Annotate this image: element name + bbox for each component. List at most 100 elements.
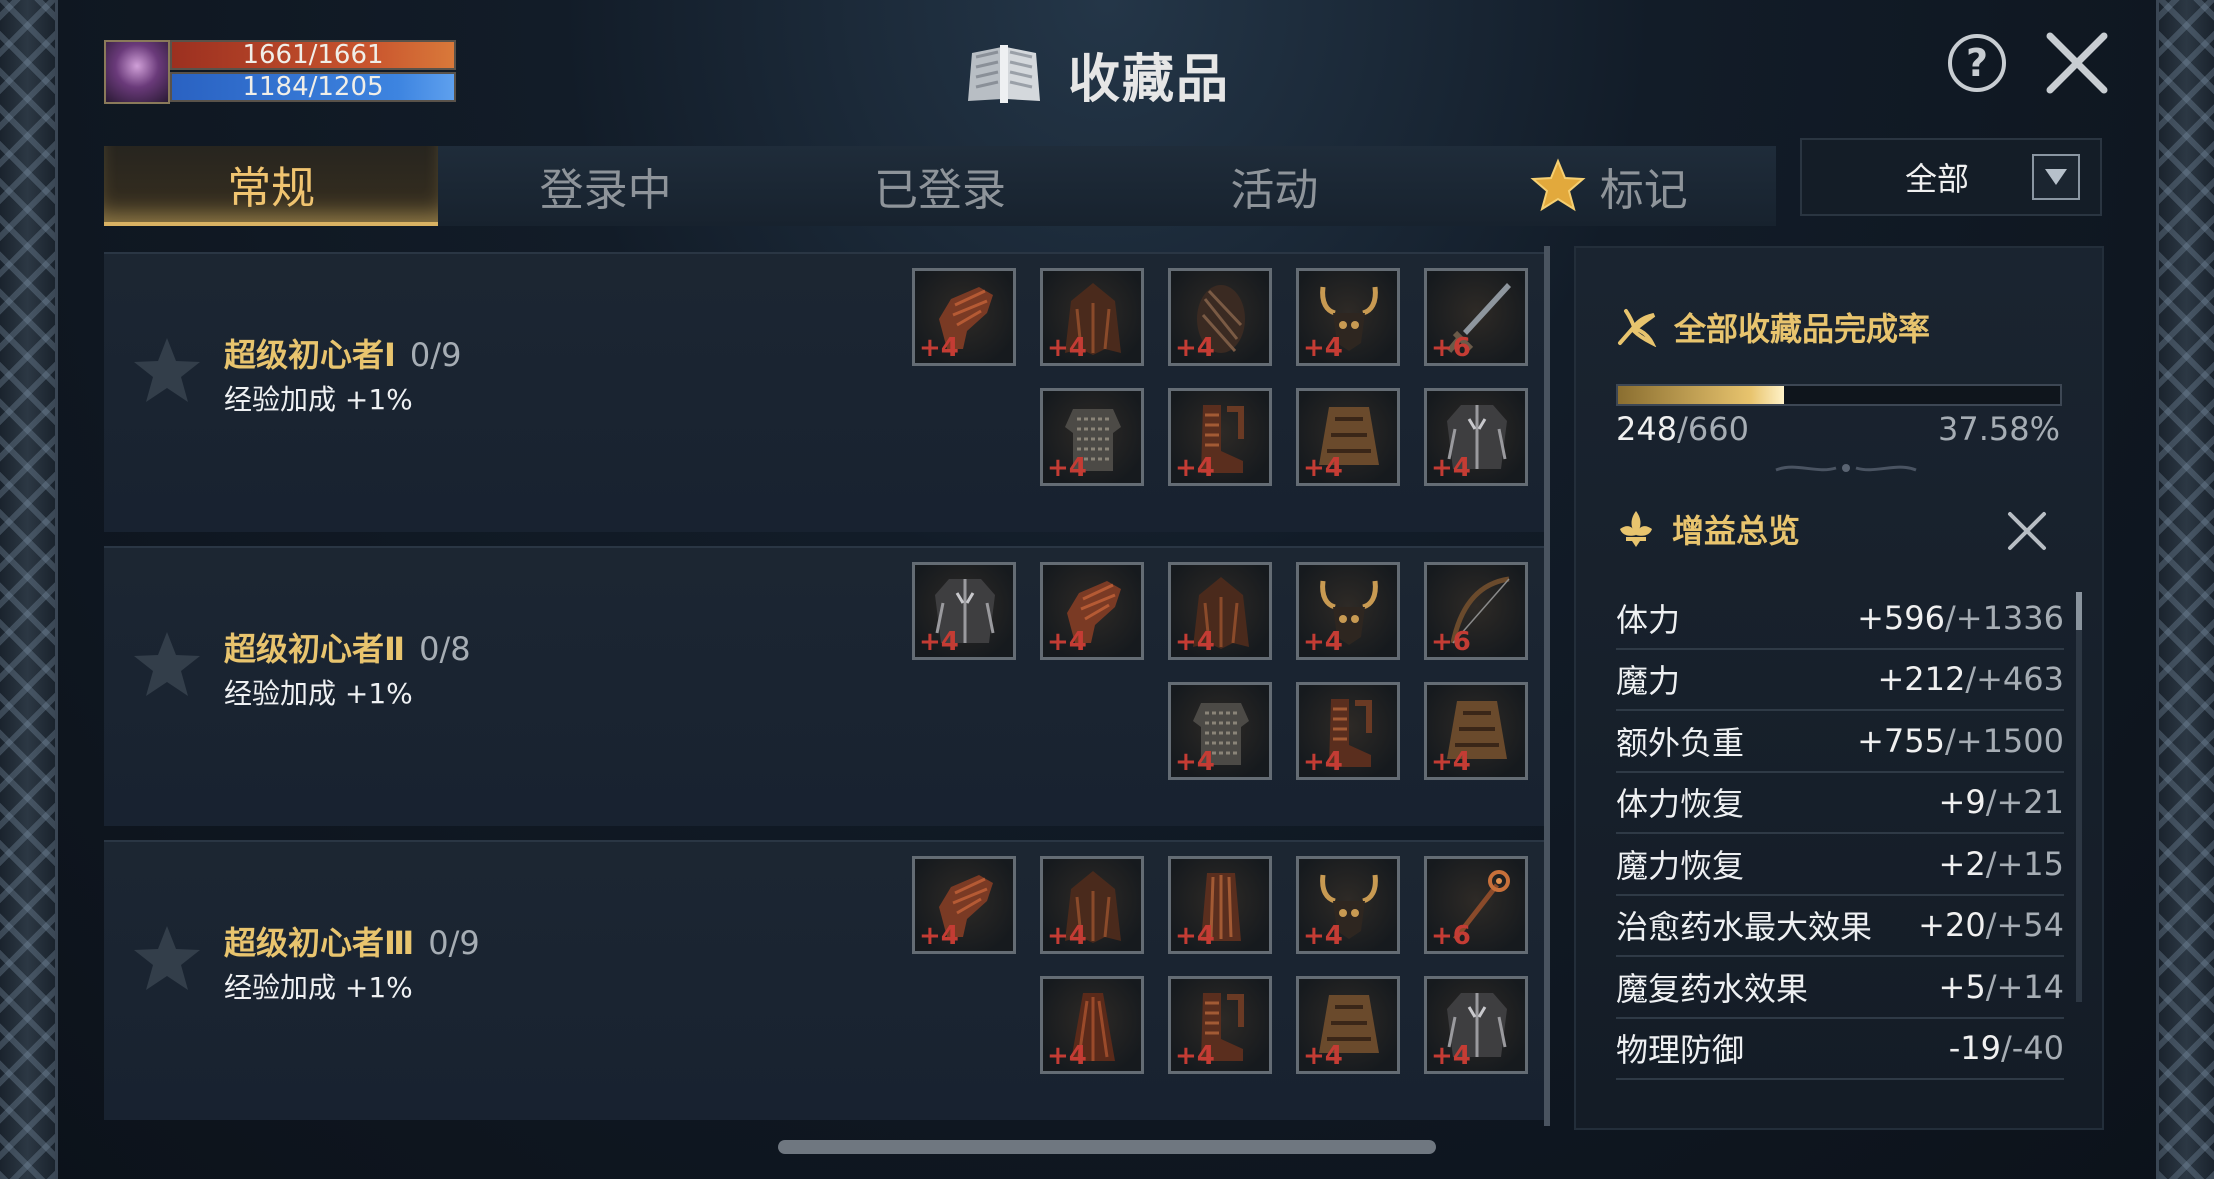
enhance-level: +4	[1303, 921, 1343, 951]
enhance-level: +6	[1431, 333, 1471, 363]
stat-name: 额外负重	[1616, 723, 1745, 762]
tab-event[interactable]: 活动	[1107, 146, 1441, 226]
stat-row: 体力恢复 +9/+21	[1616, 773, 2064, 834]
tab-label: 已登录	[873, 165, 1006, 216]
stat-row: 治愈药水最大效果 +20/+54	[1616, 896, 2064, 957]
item-slot[interactable]: +4	[1296, 268, 1400, 366]
set-name: 超级初心者Ⅱ 0/8	[224, 630, 471, 668]
enhance-level: +4	[919, 921, 959, 951]
item-slot[interactable]: +4	[1168, 682, 1272, 780]
item-slot[interactable]: +4	[1296, 976, 1400, 1074]
item-slot[interactable]: +4	[912, 856, 1016, 954]
horizontal-scrollbar[interactable]	[778, 1140, 1436, 1154]
item-slot[interactable]: +4	[1424, 388, 1528, 486]
item-slot[interactable]: +4	[1168, 268, 1272, 366]
tab-label: 常规	[227, 163, 316, 214]
mp-bar: 1184/1205	[170, 72, 456, 102]
item-slot[interactable]: +4	[1424, 682, 1528, 780]
enhance-level: +4	[1175, 747, 1215, 777]
enhance-level: +4	[1303, 627, 1343, 657]
completion-progress-fill	[1618, 386, 1785, 404]
hp-bar: 1661/1661	[170, 40, 456, 70]
item-slot[interactable]: +6	[1424, 562, 1528, 660]
tab-registering[interactable]: 登录中	[438, 146, 772, 226]
tab-label: 登录中	[539, 165, 672, 216]
help-button[interactable]: ?	[1948, 34, 2006, 92]
tab-label: 活动	[1230, 165, 1319, 216]
ornament-divider	[1775, 464, 1917, 472]
enhance-level: +4	[1431, 453, 1471, 483]
item-slot[interactable]: +4	[1040, 856, 1144, 954]
close-button[interactable]	[2044, 30, 2110, 96]
item-slot[interactable]: +4	[1296, 388, 1400, 486]
completion-count: 248/660	[1616, 410, 1749, 448]
favorite-star-icon[interactable]	[130, 334, 204, 408]
stat-value: +5/+14	[1938, 967, 2064, 1006]
stat-row: 魔力 +212/+463	[1616, 650, 2064, 711]
tab-marked[interactable]: 标记	[1442, 146, 1776, 226]
item-slot[interactable]: +4	[912, 268, 1016, 366]
dropdown-button[interactable]	[2032, 154, 2080, 200]
item-slot[interactable]: +4	[1296, 682, 1400, 780]
item-slot[interactable]: +4	[1040, 976, 1144, 1074]
stat-name: 体力恢复	[1616, 785, 1745, 824]
list-scrollbar[interactable]	[1544, 246, 1550, 1126]
item-slot[interactable]: +4	[912, 562, 1016, 660]
set-progress: 0/9	[409, 336, 462, 374]
item-slot[interactable]: +4	[1040, 562, 1144, 660]
stat-row: 物理防御 -19/-40	[1616, 1019, 2064, 1080]
buff-title: 增益总览	[1672, 512, 1801, 550]
item-slot[interactable]: +4	[1296, 562, 1400, 660]
star-icon	[1530, 158, 1586, 212]
stat-name: 魔力恢复	[1616, 846, 1745, 885]
enhance-level: +6	[1431, 921, 1471, 951]
right-ornament-border	[2156, 0, 2214, 1179]
close-icon[interactable]	[2006, 510, 2048, 552]
completion-title: 全部收藏品完成率	[1674, 310, 1931, 348]
stat-scroll-thumb[interactable]	[2076, 592, 2082, 630]
item-slot[interactable]: +6	[1424, 268, 1528, 366]
player-avatar[interactable]	[104, 40, 170, 104]
set-bonus: 经验加成 +1%	[224, 383, 413, 416]
buff-heading: 增益总览	[1616, 506, 1800, 552]
enhance-level: +6	[1431, 627, 1471, 657]
item-slot[interactable]: +6	[1424, 856, 1528, 954]
enhance-level: +4	[1047, 627, 1087, 657]
stat-name: 物理防御	[1616, 1031, 1745, 1070]
item-slot[interactable]: +4	[1040, 388, 1144, 486]
item-slot[interactable]: +4	[1168, 562, 1272, 660]
favorite-star-icon[interactable]	[130, 628, 204, 702]
enhance-level: +4	[1047, 921, 1087, 951]
stat-row: 体力 +596/+1336	[1616, 588, 2064, 650]
set-bonus: 经验加成 +1%	[224, 971, 413, 1004]
set-bonus: 经验加成 +1%	[224, 677, 413, 710]
chevron-down-icon	[2045, 169, 2067, 185]
stat-value: +212/+463	[1877, 660, 2064, 699]
tab-general[interactable]: 常规	[104, 146, 439, 226]
enhance-level: +4	[1303, 453, 1343, 483]
stat-name: 魔力	[1616, 662, 1681, 701]
page-header: 收藏品	[962, 36, 1230, 112]
stat-value: +755/+1500	[1857, 721, 2064, 760]
item-slot[interactable]: +4	[1040, 268, 1144, 366]
favorite-star-icon[interactable]	[130, 922, 204, 996]
items-grid: +4 +4 +4 +4 +6 +4 +4 +4 +4	[912, 856, 1532, 1096]
enhance-level: +4	[1175, 921, 1215, 951]
items-grid: +4 +4 +4 +4 +6 +4 +4 +4	[912, 562, 1532, 802]
stat-name: 体力	[1616, 600, 1681, 639]
stat-value: +20/+54	[1918, 906, 2064, 945]
item-slot[interactable]: +4	[1168, 976, 1272, 1074]
enhance-level: +4	[1303, 333, 1343, 363]
item-slot[interactable]: +4	[1168, 856, 1272, 954]
tab-registered[interactable]: 已登录	[773, 146, 1107, 226]
collection-set-row[interactable]: 超级初心者Ⅲ 0/9 经验加成 +1% +4 +4 +4 +4 +6 +4 +4 +4 +4	[104, 840, 1546, 1120]
stat-scrollbar[interactable]	[2076, 592, 2082, 1002]
item-slot[interactable]: +4	[1168, 388, 1272, 486]
enhance-level: +4	[919, 627, 959, 657]
collection-set-row[interactable]: 超级初心者Ⅱ 0/8 经验加成 +1% +4 +4 +4 +4 +6 +4 +4 +4	[104, 546, 1546, 826]
filter-dropdown[interactable]: 全部	[1800, 138, 2102, 216]
page-title: 收藏品	[1068, 49, 1231, 110]
collection-set-row[interactable]: 超级初心者Ⅰ 0/9 经验加成 +1% +4 +4 +4 +4 +6 +4 +4 +4 +4	[104, 252, 1546, 532]
item-slot[interactable]: +4	[1424, 976, 1528, 1074]
item-slot[interactable]: +4	[1296, 856, 1400, 954]
